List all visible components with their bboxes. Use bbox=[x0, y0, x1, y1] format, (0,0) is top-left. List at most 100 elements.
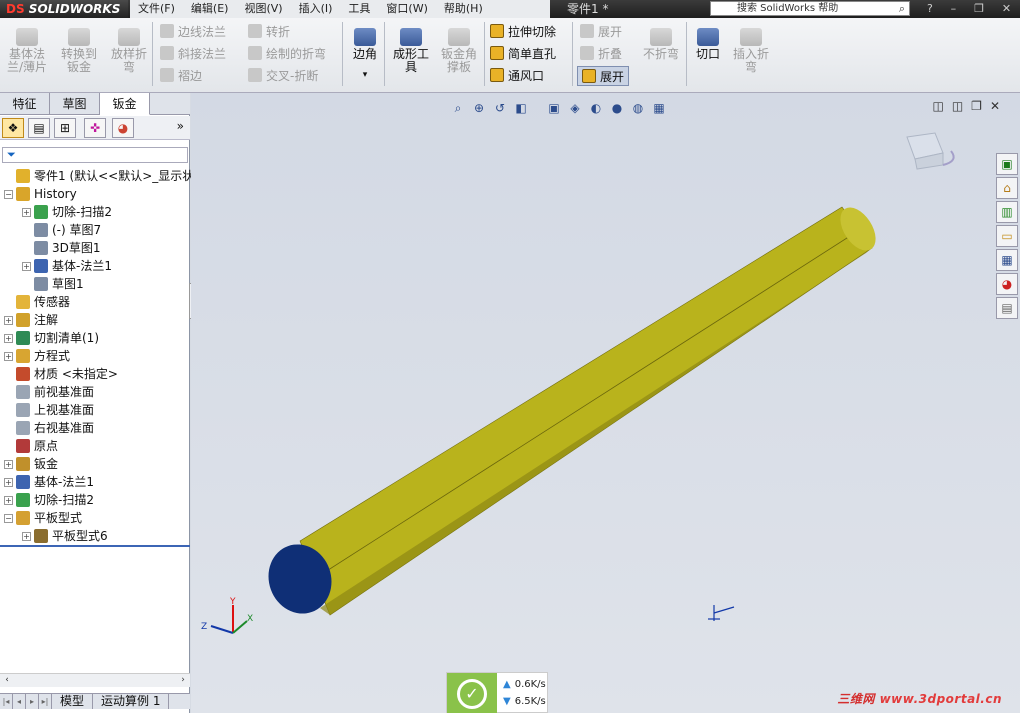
view-cube-icon[interactable] bbox=[906, 132, 955, 170]
file-explorer-icon[interactable]: ▭ bbox=[996, 225, 1018, 247]
menu-window[interactable]: 窗口(W) bbox=[378, 0, 435, 18]
tree-item[interactable]: 前视基准面 bbox=[4, 383, 94, 401]
tab-motion-study[interactable]: 运动算例 1 bbox=[93, 694, 170, 709]
design-library-icon[interactable]: ▥ bbox=[996, 201, 1018, 223]
edge-flange-button[interactable]: 边线法兰 bbox=[160, 22, 226, 42]
simple-hole-button[interactable]: 简单直孔 bbox=[490, 44, 556, 64]
expand-icon[interactable]: + bbox=[4, 478, 13, 487]
tree-item[interactable]: 传感器 bbox=[4, 293, 70, 311]
tab-next-icon[interactable]: ▸ bbox=[26, 694, 39, 709]
search-icon[interactable]: ⌕ bbox=[899, 2, 905, 15]
tree-item[interactable]: + 切除-扫描2 bbox=[22, 203, 112, 221]
collapse-icon[interactable]: − bbox=[4, 514, 13, 523]
flatten-button[interactable]: 展开 bbox=[577, 66, 630, 86]
help-search-input[interactable]: 搜索 SolidWorks 帮助 ⌕ bbox=[710, 1, 910, 16]
tree-item[interactable]: (-) 草图7 bbox=[22, 221, 101, 239]
expand-icon[interactable]: + bbox=[4, 334, 13, 343]
tree-item[interactable]: + 切割清单(1) bbox=[4, 329, 99, 347]
miter-flange-button[interactable]: 斜接法兰 bbox=[160, 44, 226, 64]
tab-features[interactable]: 特征 bbox=[0, 93, 50, 115]
sketched-bend-button[interactable]: 绘制的折弯 bbox=[248, 44, 326, 64]
expand-icon[interactable]: + bbox=[22, 208, 31, 217]
expand-icon[interactable]: + bbox=[4, 352, 13, 361]
tree-item[interactable]: + 钣金 bbox=[4, 455, 58, 473]
extruded-cut-button[interactable]: 拉伸切除 bbox=[490, 22, 556, 42]
tree-item[interactable]: + 基体-法兰1 bbox=[22, 257, 112, 275]
tree-horizontal-scrollbar[interactable]: ‹ › bbox=[0, 673, 190, 687]
view-palette-icon[interactable]: ▦ bbox=[996, 249, 1018, 271]
hem-button[interactable]: 褶边 bbox=[160, 66, 202, 86]
home-icon[interactable]: ⌂ bbox=[996, 177, 1018, 199]
expand-icon[interactable]: + bbox=[22, 262, 31, 271]
appearances-icon[interactable]: ◕ bbox=[996, 273, 1018, 295]
custom-properties-icon[interactable]: ▤ bbox=[996, 297, 1018, 319]
forming-tool-button[interactable]: 成形工具 bbox=[388, 28, 434, 74]
tree-item[interactable]: 3D草图1 bbox=[22, 239, 101, 257]
tree-item[interactable]: − History bbox=[4, 185, 77, 203]
tree-item[interactable]: 材质 <未指定> bbox=[4, 365, 118, 383]
tree-item[interactable]: + 基体-法兰1 bbox=[4, 473, 94, 491]
close-icon[interactable]: ✕ bbox=[1002, 0, 1011, 18]
expand-icon[interactable]: + bbox=[22, 532, 31, 541]
collapse-icon[interactable]: − bbox=[4, 190, 13, 199]
tab-sketch[interactable]: 草图 bbox=[50, 93, 100, 115]
menu-tools[interactable]: 工具 bbox=[340, 0, 378, 18]
expand-icon[interactable]: + bbox=[4, 316, 13, 325]
unfold-button[interactable]: 展开 bbox=[580, 22, 622, 42]
tree-item[interactable]: + 切除-扫描2 bbox=[4, 491, 94, 509]
convert-to-sheet-metal-button[interactable]: 转换到钣金 bbox=[56, 28, 102, 74]
corners-button[interactable]: 边角 ▾ bbox=[342, 28, 388, 82]
tree-item[interactable]: + 方程式 bbox=[4, 347, 70, 365]
rip-button[interactable]: 切口 bbox=[690, 28, 726, 61]
rollback-bar[interactable] bbox=[0, 545, 190, 547]
cylinder-body[interactable] bbox=[299, 206, 873, 616]
expand-icon[interactable]: + bbox=[4, 460, 13, 469]
tree-item[interactable]: 上视基准面 bbox=[4, 401, 94, 419]
tab-last-icon[interactable]: ▸| bbox=[39, 694, 52, 709]
help-icon[interactable]: ? bbox=[927, 0, 933, 18]
menu-view[interactable]: 视图(V) bbox=[236, 0, 290, 18]
menu-help[interactable]: 帮助(H) bbox=[436, 0, 491, 18]
tree-item[interactable]: − 平板型式 bbox=[4, 509, 82, 527]
minimize-icon[interactable]: – bbox=[951, 0, 957, 18]
menu-insert[interactable]: 插入(I) bbox=[291, 0, 341, 18]
tab-sheet-metal[interactable]: 钣金 bbox=[100, 93, 150, 115]
display-manager-icon[interactable]: ◕ bbox=[112, 118, 134, 138]
tab-first-icon[interactable]: |◂ bbox=[0, 694, 13, 709]
chevron-down-icon[interactable]: ▾ bbox=[342, 69, 388, 82]
tree-filter-input[interactable]: ⏷ bbox=[2, 147, 188, 163]
tree-item[interactable]: 右视基准面 bbox=[4, 419, 94, 437]
menu-file[interactable]: 文件(F) bbox=[130, 0, 183, 18]
property-manager-icon[interactable]: ▤ bbox=[28, 118, 50, 138]
configuration-manager-icon[interactable]: ⊞ bbox=[54, 118, 76, 138]
tree-item[interactable]: 原点 bbox=[4, 437, 58, 455]
tab-prev-icon[interactable]: ◂ bbox=[13, 694, 26, 709]
menu-edit[interactable]: 编辑(E) bbox=[183, 0, 237, 18]
solidworks-logo[interactable]: DS SOLIDWORKS bbox=[0, 0, 128, 18]
lofted-bend-button[interactable]: 放样折弯 bbox=[106, 28, 152, 74]
scroll-left-icon[interactable]: ‹ bbox=[0, 674, 14, 688]
tree-item-icon bbox=[16, 475, 30, 489]
tab-model[interactable]: 模型 bbox=[52, 694, 94, 709]
sheet-metal-gusset-button[interactable]: 钣金角撑板 bbox=[436, 28, 482, 74]
tree-item[interactable]: + 注解 bbox=[4, 311, 58, 329]
tree-item[interactable]: 草图1 bbox=[22, 275, 84, 293]
cross-break-button[interactable]: 交叉-折断 bbox=[248, 66, 318, 86]
tree-item[interactable]: 零件1 (默认<<默认>_显示状态 bbox=[4, 167, 206, 185]
chevron-right-icon[interactable]: » bbox=[177, 119, 184, 133]
insert-bends-button[interactable]: 插入折弯 bbox=[728, 28, 774, 74]
no-bends-button[interactable]: 不折弯 bbox=[638, 28, 684, 61]
tree-item[interactable]: + 平板型式6 bbox=[22, 527, 108, 545]
feature-manager-icon[interactable]: ❖ bbox=[2, 118, 24, 138]
vent-button[interactable]: 通风口 bbox=[490, 66, 544, 86]
jog-button[interactable]: 转折 bbox=[248, 22, 290, 42]
solidworks-resources-icon[interactable]: ▣ bbox=[996, 153, 1018, 175]
expand-icon[interactable]: + bbox=[4, 496, 13, 505]
base-flange-button[interactable]: 基体法兰/薄片 bbox=[4, 28, 50, 74]
dimxpert-icon[interactable]: ✜ bbox=[84, 118, 106, 138]
fold-button[interactable]: 折叠 bbox=[580, 44, 622, 64]
restore-icon[interactable]: ❐ bbox=[974, 0, 984, 18]
graphics-area[interactable]: ⌕ ⊕ ↺ ◧ ▣ ◈ ◐ ● ◍ ▦ ◫ ◫ ❐ ✕ Y Z X ▣ ⌂ ▥ … bbox=[191, 93, 1020, 713]
scroll-right-icon[interactable]: › bbox=[176, 674, 190, 688]
